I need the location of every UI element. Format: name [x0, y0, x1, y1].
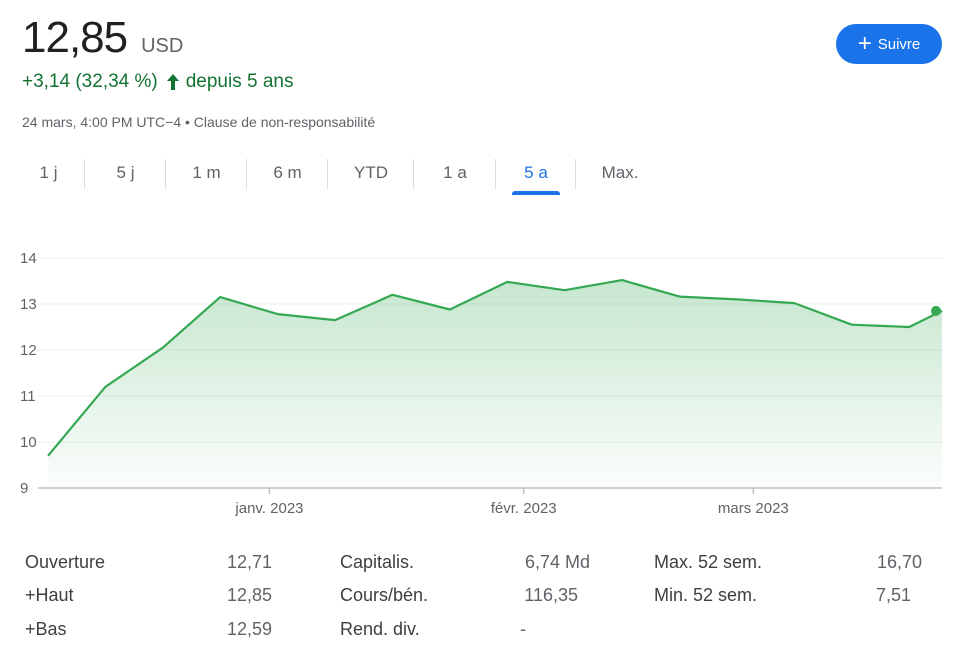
price-chart: 9 10 11 12 13 14 janv. 2023 févr. 2023 mars 202… — [20, 250, 943, 517]
y-tick-label: 14 — [20, 250, 37, 267]
tab-label: 1 a — [443, 163, 467, 182]
stat-label-52w-high: Max. 52 sem. — [654, 552, 763, 572]
tab-label: 6 m — [273, 163, 302, 182]
y-axis-ticks: 9 10 11 12 13 14 — [20, 250, 37, 497]
tab-label: 5 j — [116, 163, 135, 182]
y-tick-label: 11 — [20, 388, 36, 405]
stat-label-dividend-yield: Rend. div. — [340, 619, 420, 639]
tab-5-days[interactable]: 5 j — [85, 155, 166, 191]
stat-value-dividend-yield: - — [520, 619, 526, 639]
x-tick-label: févr. 2023 — [491, 500, 557, 517]
stat-value-pe-ratio: 116,35 — [524, 585, 578, 605]
disclaimer-link[interactable]: Clause de non-responsabilité — [194, 114, 375, 130]
timestamp: 24 mars, 4:00 PM UTC−4 • — [22, 114, 190, 130]
active-tab-indicator — [512, 191, 560, 195]
tab-5-years[interactable]: 5 a — [496, 155, 576, 195]
stat-label-open: Ouverture — [25, 552, 106, 572]
stat-value-52w-low: 7,51 — [875, 585, 911, 605]
y-tick-label: 10 — [20, 434, 37, 451]
follow-button[interactable]: + Suivre — [836, 24, 942, 64]
plus-icon: + — [857, 30, 872, 57]
tab-ytd[interactable]: YTD — [328, 155, 414, 191]
y-tick-label: 13 — [20, 296, 37, 313]
stat-label-low: +Bas — [25, 619, 67, 639]
last-price-point — [931, 305, 941, 316]
y-tick-label: 9 — [20, 480, 28, 497]
tab-1-day[interactable]: 1 j — [12, 155, 85, 191]
price-header: 12,85 USD — [22, 12, 183, 64]
tab-1-year[interactable]: 1 a — [414, 155, 496, 191]
x-tick-label: janv. 2023 — [234, 500, 303, 517]
x-tick-label: mars 2023 — [718, 500, 789, 517]
tab-label: 1 j — [39, 163, 58, 182]
tab-label: 5 a — [524, 163, 548, 182]
stat-value-high: 12,85 — [226, 585, 272, 605]
tab-6-months[interactable]: 6 m — [247, 155, 328, 191]
stat-value-open: 12,71 — [226, 552, 272, 572]
stat-label-52w-low: Min. 52 sem. — [654, 585, 758, 605]
timestamp-line: 24 mars, 4:00 PM UTC−4 • Clause de non-r… — [22, 114, 375, 130]
stat-label-high: +Haut — [25, 585, 74, 605]
price-change: +3,14 (32,34 %) depuis 5 ans — [22, 71, 293, 93]
stat-label-market-cap: Capitalis. — [340, 552, 415, 572]
y-tick-label: 12 — [20, 342, 37, 359]
tab-1-month[interactable]: 1 m — [166, 155, 247, 191]
stat-value-low: 12,59 — [226, 619, 272, 639]
stat-value-market-cap: 6,74 Md — [524, 552, 590, 572]
price-currency: USD — [141, 35, 184, 57]
tab-label: YTD — [354, 163, 388, 182]
stat-label-pe-ratio: Cours/bén. — [340, 585, 429, 605]
stat-value-52w-high: 16,70 — [876, 552, 922, 572]
follow-button-label: Suivre — [877, 35, 921, 53]
x-axis-ticks: janv. 2023 févr. 2023 mars 2023 — [234, 488, 789, 517]
change-amount: +3,14 (32,34 %) — [22, 71, 158, 92]
price-area — [48, 280, 942, 488]
change-period: depuis 5 ans — [185, 71, 294, 92]
tab-label: Max. — [601, 163, 639, 182]
tab-label: 1 m — [192, 163, 221, 182]
tab-max[interactable]: Max. — [576, 155, 664, 191]
price-value: 12,85 — [22, 13, 128, 62]
range-tabs: 1 j 5 j 1 m 6 m YTD 1 a 5 a Max. — [12, 155, 664, 199]
arrow-up-icon — [166, 74, 179, 90]
